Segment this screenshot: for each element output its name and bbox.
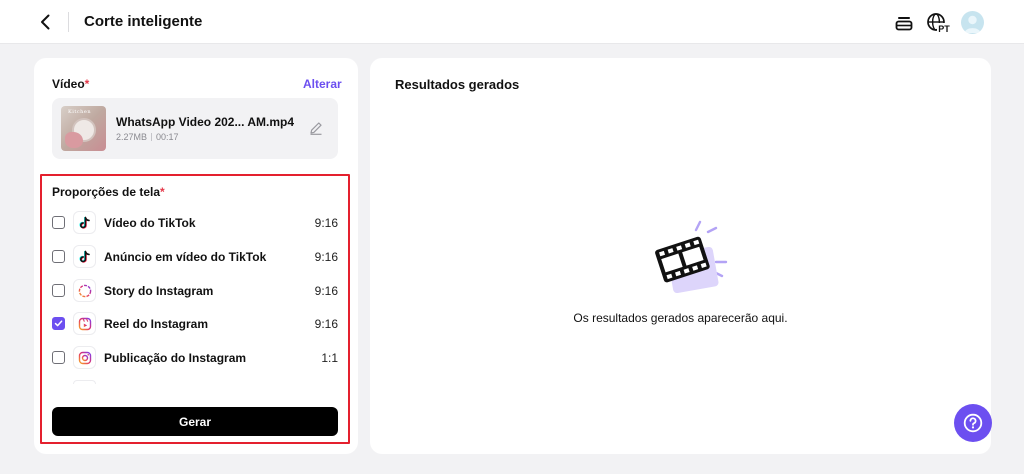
aspect-ratio-label-text: Proporções de tela: [52, 185, 161, 199]
ratio-option-name: Vídeo do TikTok: [104, 216, 196, 230]
meta-divider: [151, 133, 153, 141]
ratio-option-name: Anúncio em vídeo do TikTok: [104, 250, 267, 264]
thumbnail-hand-shape: [65, 132, 83, 148]
tiktok-icon: [79, 216, 90, 229]
tasks-stack-icon[interactable]: [893, 12, 915, 34]
ratio-option-instagram-post[interactable]: Publicação do Instagram 1:1: [52, 345, 338, 371]
ratio-checkbox[interactable]: [52, 216, 65, 229]
platform-tile: [73, 211, 96, 234]
video-label-text: Vídeo: [52, 77, 85, 91]
required-mark: *: [160, 185, 165, 199]
required-mark: *: [84, 77, 90, 91]
video-label: Vídeo*: [52, 77, 89, 91]
ratio-value: 9:16: [314, 317, 338, 331]
selected-video-card: Kitchen WhatsApp Video 202... AM.mp4 2.2…: [52, 98, 338, 159]
video-file-size: 2.27MB: [116, 132, 148, 142]
video-duration: 00:17: [156, 132, 179, 142]
instagram-story-icon: [78, 284, 92, 298]
platform-tile: [73, 346, 96, 369]
ratio-value: 1:1: [321, 351, 338, 365]
language-globe-icon[interactable]: PT: [926, 12, 952, 34]
edit-pencil-icon[interactable]: [308, 120, 324, 136]
header-divider: [68, 12, 69, 32]
platform-tile: [73, 279, 96, 302]
ratio-option-name: Story do Instagram: [104, 284, 214, 298]
ratio-checkbox[interactable]: [52, 351, 65, 364]
video-meta: 2.27MB 00:17: [116, 132, 179, 142]
ratio-value: 9:16: [314, 250, 338, 264]
instagram-reel-icon: [78, 317, 92, 331]
ratio-checkbox[interactable]: [52, 284, 65, 297]
ratio-checkbox[interactable]: [52, 250, 65, 263]
ratio-option-tiktok-video[interactable]: Vídeo do TikTok 9:16: [52, 210, 338, 236]
ratio-value: 9:16: [314, 284, 338, 298]
results-title: Resultados gerados: [395, 77, 520, 92]
instagram-icon: [78, 351, 92, 365]
ratio-option-instagram-story[interactable]: Story do Instagram 9:16: [52, 278, 338, 304]
clipped-platform-tile: [73, 380, 96, 384]
help-button[interactable]: [954, 404, 992, 442]
ratio-option-tiktok-ad[interactable]: Anúncio em vídeo do TikTok 9:16: [52, 244, 338, 270]
ratio-option-name: Reel do Instagram: [104, 317, 209, 331]
ratio-checkbox-checked[interactable]: [52, 317, 65, 330]
film-strip-icon: [655, 220, 728, 294]
ratio-option-name: Publicação do Instagram: [104, 351, 247, 365]
ratio-value: 9:16: [314, 216, 338, 230]
empty-results-message: Os resultados gerados aparecerão aqui.: [573, 311, 788, 325]
aspect-ratio-label: Proporções de tela*: [52, 185, 165, 199]
user-avatar-icon: [964, 15, 981, 33]
top-bar: Corte inteligente PT: [0, 0, 1024, 44]
thumbnail-text: Kitchen: [68, 109, 92, 115]
back-arrow-icon[interactable]: [36, 12, 56, 32]
video-thumbnail[interactable]: Kitchen: [61, 106, 106, 151]
platform-tile: [73, 312, 96, 335]
page-title: Corte inteligente: [84, 13, 203, 30]
checkmark-icon: [54, 320, 63, 327]
platform-tile: [73, 245, 96, 268]
user-avatar[interactable]: [961, 11, 984, 34]
tiktok-icon: [79, 250, 90, 263]
video-file-name: WhatsApp Video 202... AM.mp4: [116, 115, 295, 129]
ratio-option-instagram-reel[interactable]: Reel do Instagram 9:16: [52, 311, 338, 337]
language-badge: PT: [938, 24, 950, 34]
help-question-icon: [963, 413, 983, 433]
change-video-link[interactable]: Alterar: [303, 77, 342, 91]
generate-button[interactable]: Gerar: [52, 407, 338, 436]
